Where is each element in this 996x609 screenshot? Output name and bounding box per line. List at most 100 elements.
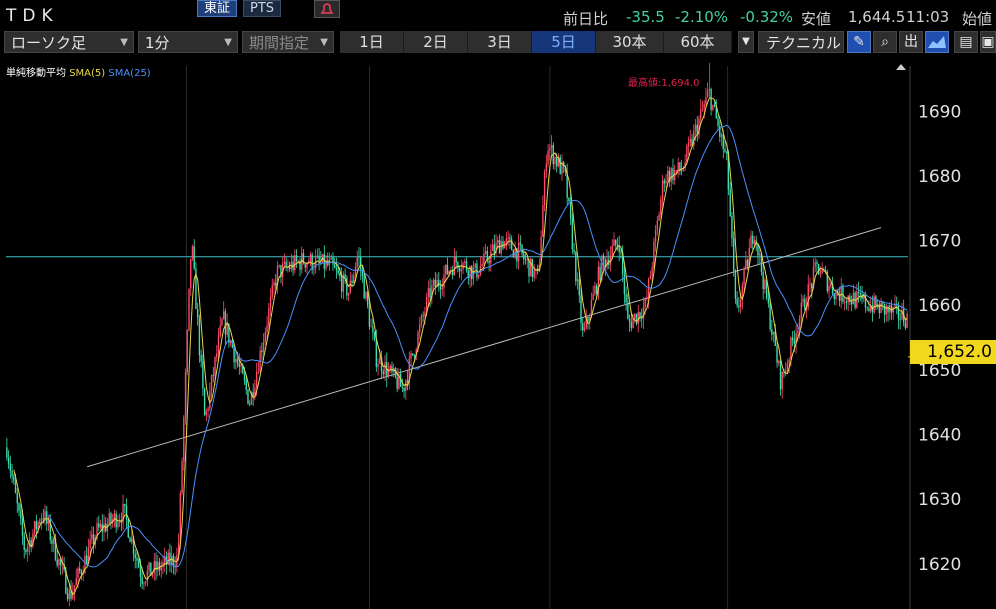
candle-body	[892, 307, 894, 313]
candle-body	[687, 142, 690, 146]
candle-body	[373, 332, 376, 340]
chart-icon[interactable]	[925, 31, 949, 53]
candle-body	[56, 559, 58, 566]
range-5d[interactable]: 5日	[532, 31, 596, 53]
candle-body	[193, 246, 195, 269]
candle-body	[786, 363, 789, 371]
candle-body	[573, 249, 575, 253]
candle-body	[307, 263, 310, 264]
candle-body	[843, 301, 846, 303]
range-1d[interactable]: 1日	[340, 31, 404, 53]
candle-body	[13, 476, 15, 481]
candle-body	[530, 258, 532, 277]
interval-select[interactable]: 1分 ▼	[138, 31, 238, 53]
technical-button[interactable]: テクニカル	[758, 31, 844, 53]
candle-body	[288, 266, 291, 270]
candle-body	[705, 97, 707, 105]
candle-body	[708, 89, 711, 91]
candle-body	[278, 264, 280, 267]
candle-body	[752, 235, 754, 244]
period-select[interactable]: 期間指定 ▼	[242, 31, 334, 53]
candle-body	[644, 298, 646, 308]
candle-body	[559, 157, 561, 175]
time: 11:03	[906, 8, 950, 26]
bell-icon[interactable]	[314, 0, 340, 18]
candle-body	[791, 337, 794, 341]
candle-body	[680, 170, 683, 172]
candle-body	[457, 262, 459, 269]
candle-body	[484, 251, 487, 254]
save-icon[interactable]: ▤	[954, 31, 978, 53]
zoom-icon[interactable]: ⌕	[873, 31, 897, 53]
candle-body	[758, 253, 761, 256]
candle-body	[677, 162, 679, 171]
layout-icon[interactable]: ▣	[980, 31, 996, 53]
candle-body	[706, 90, 709, 98]
sma5-line	[13, 97, 908, 596]
ticker-name: TDK	[6, 6, 59, 26]
candle-body	[734, 270, 737, 299]
candle-body	[184, 372, 187, 418]
candle-body	[769, 303, 771, 330]
tab-pts[interactable]: PTS	[243, 0, 282, 17]
range-2d[interactable]: 2日	[404, 31, 468, 53]
candle-body	[571, 218, 574, 250]
range-menu-button[interactable]: ▼	[738, 31, 754, 53]
candle-body	[781, 372, 783, 390]
candle-body	[524, 259, 527, 261]
candle-body	[667, 170, 669, 181]
candle-body	[460, 269, 463, 272]
candle-body	[275, 282, 277, 286]
candle-body	[66, 593, 69, 600]
candle-body	[403, 387, 405, 392]
candle-body	[39, 522, 41, 524]
candle-body	[568, 197, 570, 202]
chart-type-select[interactable]: ローソク足 ▼	[4, 31, 134, 53]
candle-body	[505, 238, 508, 242]
candle-body	[117, 522, 119, 528]
candle-body	[353, 275, 355, 283]
candle-body	[334, 264, 336, 268]
candle-body	[672, 168, 674, 181]
candle-body	[217, 336, 220, 354]
candle-body	[857, 291, 860, 293]
candle-body	[620, 251, 622, 253]
tab-tse[interactable]: 東証	[197, 0, 238, 17]
candle-body	[226, 323, 228, 335]
range-30[interactable]: 30本	[596, 31, 664, 53]
candle-body	[214, 357, 216, 376]
candle-body	[804, 298, 806, 310]
candle-body	[134, 554, 136, 559]
candle-body	[642, 307, 645, 319]
candle-body	[363, 276, 365, 299]
candle-body	[471, 266, 473, 280]
candle-body	[382, 371, 384, 375]
chart-type-value: ローソク足	[11, 34, 87, 52]
candle-body	[445, 264, 447, 275]
candle-body	[420, 315, 423, 325]
candle-body	[625, 294, 627, 303]
candle-body	[205, 411, 208, 416]
candle-body	[897, 304, 900, 320]
volume-icon[interactable]: 出	[899, 31, 923, 53]
y-tick-label: 1660	[918, 296, 961, 316]
pen-icon[interactable]: ✎	[847, 31, 871, 53]
candle-body	[196, 309, 199, 318]
candle-body	[6, 447, 8, 458]
price-chart[interactable]: 16901680167016601650164016301620	[0, 58, 996, 609]
range-3d[interactable]: 3日	[468, 31, 532, 53]
candle-body	[143, 583, 145, 585]
candle-body	[58, 559, 60, 566]
candle-body	[658, 214, 660, 221]
scroll-up-icon	[896, 64, 906, 70]
candle-body	[346, 277, 348, 296]
candle-body	[255, 372, 258, 388]
range-60[interactable]: 60本	[664, 31, 732, 53]
candle-body	[665, 180, 667, 184]
candle-body	[340, 276, 343, 292]
candle-body	[686, 145, 688, 163]
candle-body	[627, 302, 629, 319]
change-pct2: -0.32%	[740, 8, 794, 26]
candle-body	[580, 295, 582, 323]
y-tick-label: 1620	[918, 555, 961, 575]
